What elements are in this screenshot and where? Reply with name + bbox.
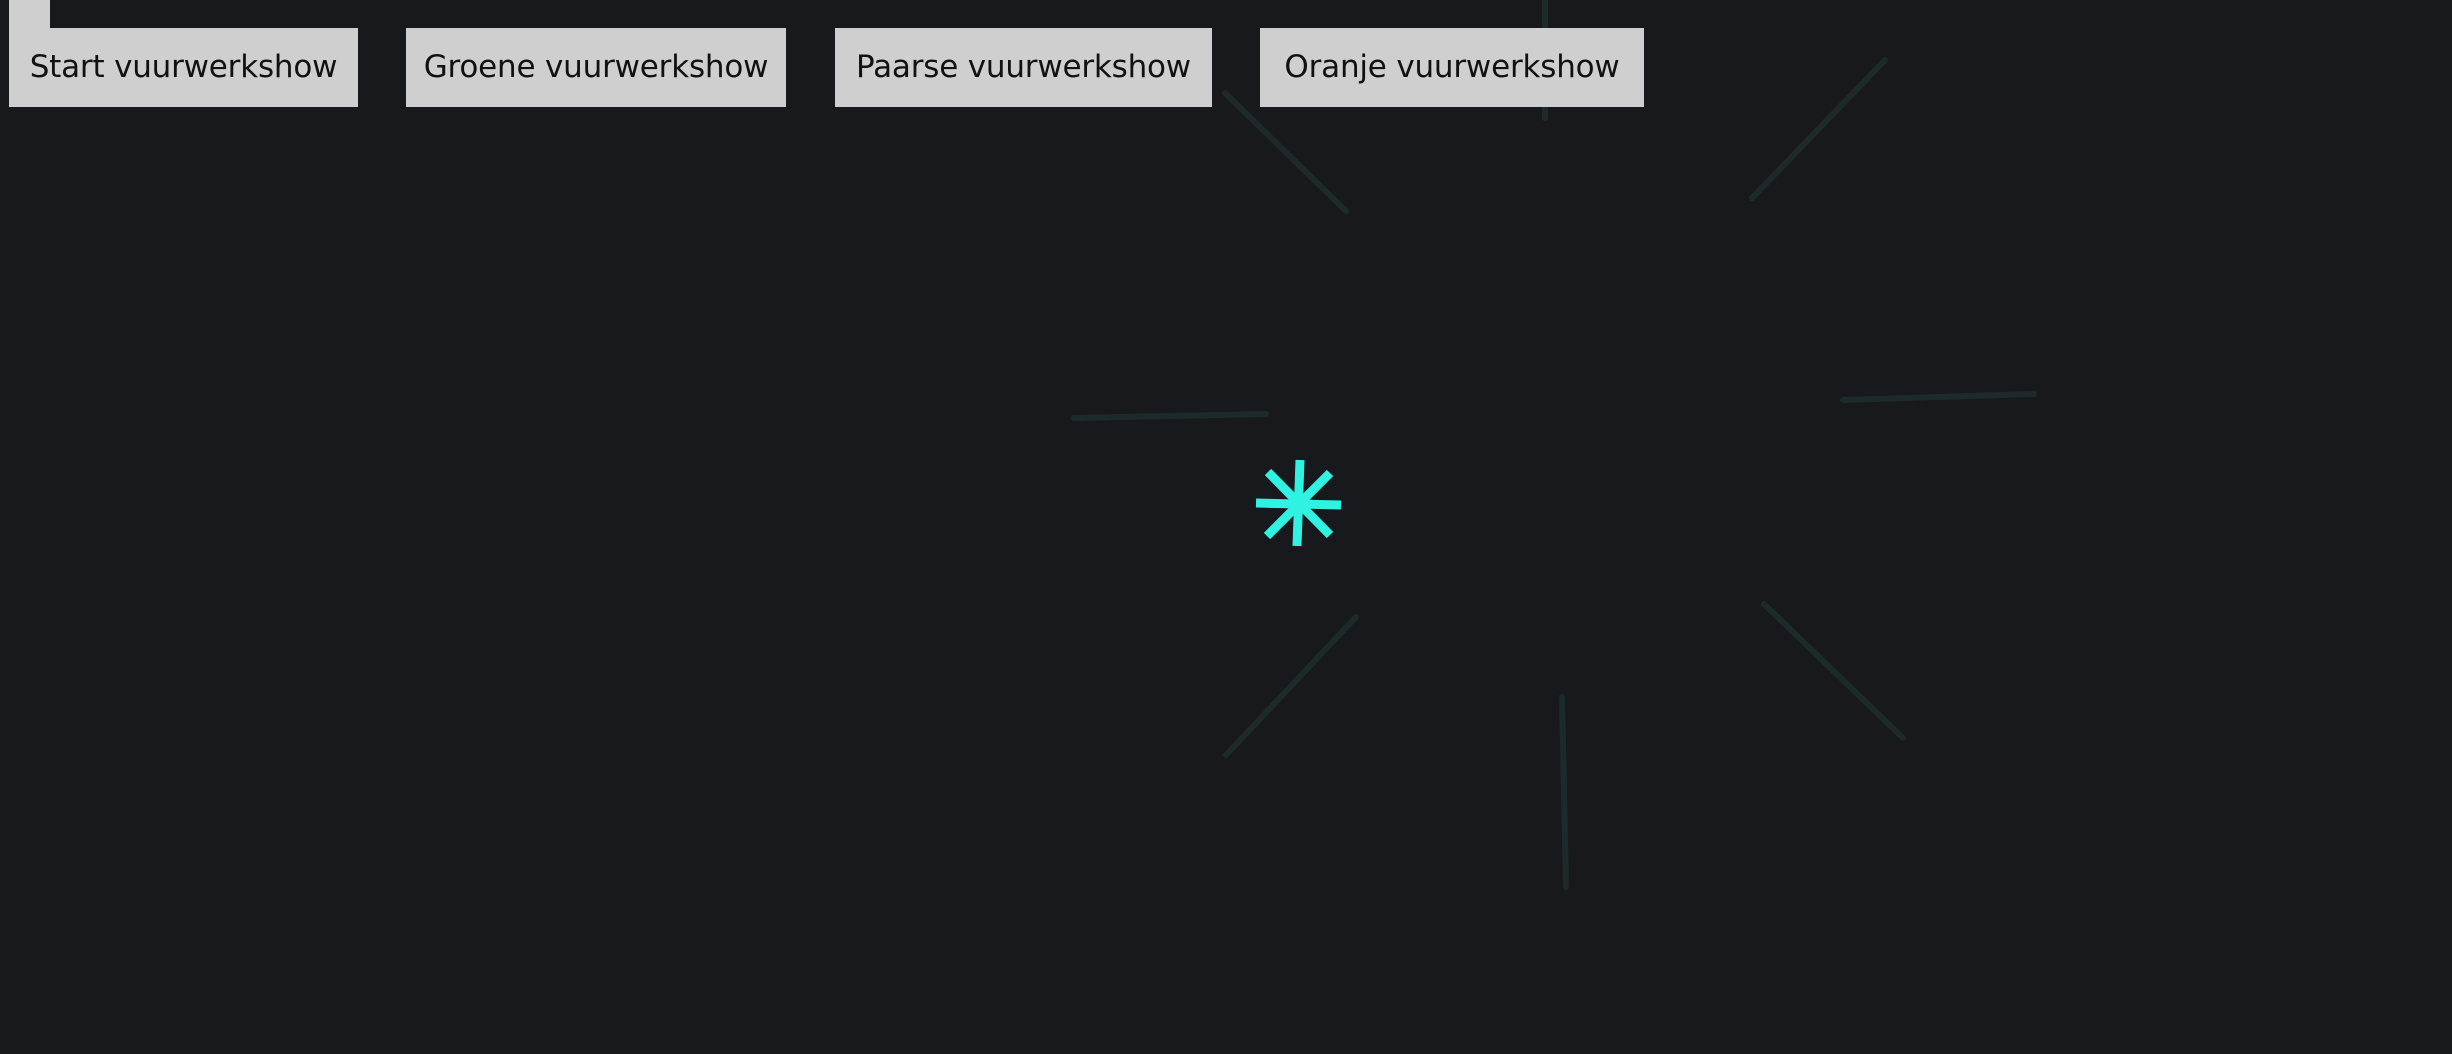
green-fireworks-button[interactable]: Groene vuurwerkshow [406, 28, 786, 107]
firework-trail [1223, 614, 1359, 758]
start-fireworks-button[interactable]: Start vuurwerkshow [9, 28, 358, 107]
purple-fireworks-button[interactable]: Paarse vuurwerkshow [835, 28, 1212, 107]
firework-trail [1761, 601, 1906, 741]
firework-trail [1222, 90, 1349, 214]
firework-trail [1559, 694, 1569, 890]
fireworks-canvas: Start vuurwerkshow Groene vuurwerkshow P… [0, 0, 2452, 1054]
corner-tab [9, 0, 50, 30]
orange-fireworks-button[interactable]: Oranje vuurwerkshow [1260, 28, 1644, 107]
asterisk-spark-icon [1255, 459, 1342, 547]
firework-trail [1749, 57, 1888, 201]
firework-trail [1840, 391, 2037, 403]
fireworks-scene [1071, 0, 2037, 890]
firework-trail [1071, 411, 1269, 421]
